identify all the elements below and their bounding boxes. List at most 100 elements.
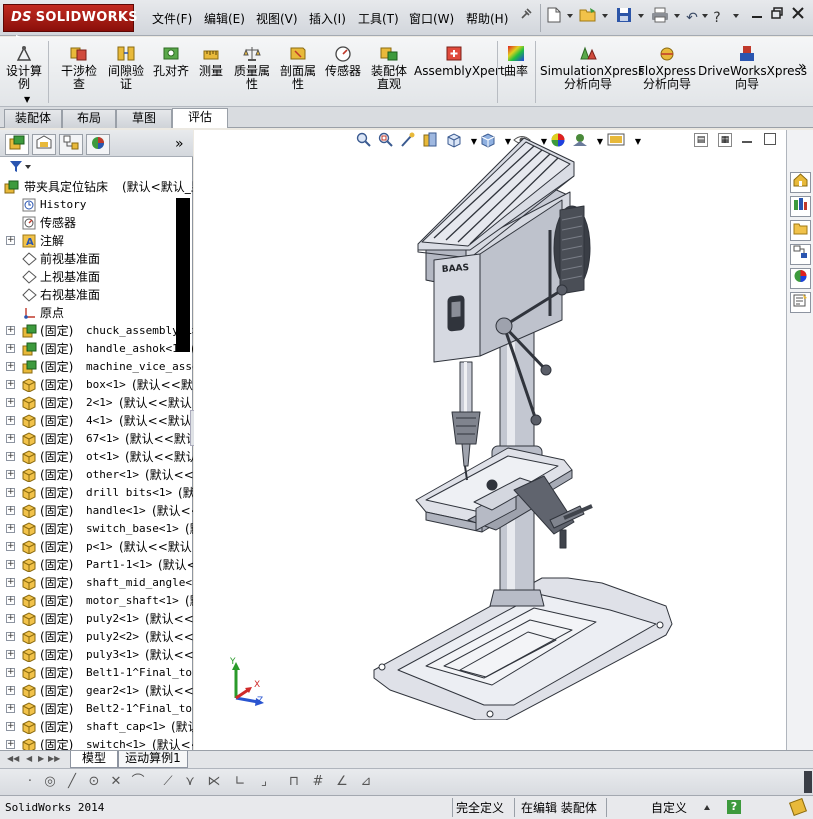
section-properties-button[interactable]: 剖面属性 [276, 41, 320, 91]
property-manager-icon[interactable] [32, 134, 56, 155]
expand-icon[interactable]: + [6, 326, 15, 335]
expand-icon[interactable]: + [6, 596, 15, 605]
tree-component[interactable]: + (固定) puly2<1> (默认<<默 [0, 610, 193, 628]
expand-icon[interactable]: + [6, 380, 15, 389]
viewport-tile-icon[interactable]: ▤ [694, 133, 708, 147]
save-icon[interactable] [614, 7, 634, 29]
expand-icon[interactable]: + [6, 704, 15, 713]
tab-scroll-first-icon[interactable]: ◀◀ [7, 754, 19, 763]
tree-component[interactable]: + (固定) 67<1> (默认<<默认 [0, 430, 193, 448]
assembly-visualization-button[interactable]: 装配体直观 [367, 41, 411, 91]
offset-icon[interactable]: ⋉ [206, 774, 222, 790]
assemblyxpert-button[interactable]: AssemblyXpert [414, 41, 505, 78]
drill-press-model[interactable]: BAAS [364, 130, 694, 720]
tree-history[interactable]: History [0, 196, 193, 214]
tree-component[interactable]: + (固定) ot<1> (默认<<默认> [0, 448, 193, 466]
tree-component[interactable]: + (固定) other<1> (默认<< [0, 466, 193, 484]
expand-icon[interactable]: + [6, 560, 15, 569]
expand-icon[interactable]: + [6, 740, 15, 749]
line-icon[interactable]: ╱ [64, 774, 80, 790]
restore-icon[interactable] [768, 7, 786, 25]
floxpress-button[interactable]: FloXpress 分析向导 [638, 41, 696, 91]
angle-icon[interactable]: ∠ [334, 774, 350, 790]
expand-icon[interactable]: + [6, 362, 15, 371]
file-explorer-icon[interactable] [790, 220, 811, 241]
point-icon[interactable]: · [22, 774, 38, 790]
ribbon-more-icon[interactable]: » [798, 59, 807, 75]
tree-scrollbar[interactable] [176, 198, 190, 352]
solidworks-logo[interactable]: DSSOLIDWORKS ▶ [3, 4, 138, 42]
expand-icon[interactable]: + [6, 686, 15, 695]
toolbar-grip[interactable] [804, 771, 812, 793]
tree-origin[interactable]: 原点 [0, 304, 193, 322]
tab-scroll-last-icon[interactable]: ▶▶ [48, 754, 60, 763]
tree-component[interactable]: + (固定) Part1-1<1> (默认<< [0, 556, 193, 574]
open-dropdown-icon[interactable] [602, 14, 608, 18]
grid-icon[interactable]: # [310, 774, 326, 790]
tab-sketch[interactable]: 草图 [116, 109, 172, 128]
tree-component[interactable]: + (固定) machine_vice_assem [0, 358, 193, 376]
expand-icon[interactable]: + [6, 578, 15, 587]
curvature-button[interactable]: 曲率 [502, 41, 530, 78]
expand-icon[interactable]: + [6, 668, 15, 677]
menu-window[interactable]: 窗口(W) [409, 10, 454, 27]
tree-component[interactable]: + (固定) shaft_mid_angle<1> [0, 574, 193, 592]
tree-annotations[interactable]: + A 注解 [0, 232, 193, 250]
centerpoint-icon[interactable]: ⊙ [86, 774, 102, 790]
tab-assembly[interactable]: 装配体 [4, 109, 62, 128]
tree-component[interactable]: + (固定) switch_base<1> (默 [0, 520, 193, 538]
graphics-area[interactable]: ▼ ▼ ▼ ▼ ▼ ▤ ▦ × [194, 130, 798, 750]
design-study-dropdown-icon[interactable]: ▼ [24, 95, 30, 104]
expand-icon[interactable]: + [6, 488, 15, 497]
expand-icon[interactable]: + [6, 434, 15, 443]
status-rebuild-icon[interactable] [789, 798, 807, 816]
menu-insert[interactable]: 插入(I) [309, 10, 346, 27]
status-units-dropdown-icon[interactable] [704, 805, 710, 810]
design-study-button[interactable]: 设计算例 [6, 41, 42, 91]
relations-icon[interactable]: ⊿ [358, 774, 374, 790]
driveworksxpress-button[interactable]: DriveWorksXpress 向导 [698, 41, 807, 91]
print-icon[interactable] [650, 7, 670, 29]
tree-component[interactable]: + (固定) box<1> (默认<<默认 [0, 376, 193, 394]
tree-component[interactable]: + (固定) puly2<2> (默认<<默 [0, 628, 193, 646]
custom-properties-icon[interactable] [790, 292, 811, 313]
expand-icon[interactable]: + [6, 722, 15, 731]
trim-icon[interactable]: ⟋ [160, 774, 176, 790]
tree-component[interactable]: + (固定) handle_ashok<1> (默 [0, 340, 193, 358]
expand-icon[interactable]: + [6, 344, 15, 353]
expand-icon[interactable]: + [6, 542, 15, 551]
expand-icon[interactable]: + [6, 452, 15, 461]
tree-component[interactable]: + (固定) Belt2-1^Final_touc [0, 700, 193, 718]
menu-file[interactable]: 文件(F) [152, 10, 192, 27]
appearances-scenes-icon[interactable] [790, 268, 811, 289]
dimension-icon[interactable]: ⊓ [286, 774, 302, 790]
tree-component[interactable]: + (固定) gear2<1> (默认<<默 [0, 682, 193, 700]
close-icon[interactable] [789, 7, 807, 25]
tab-scroll-next-icon[interactable]: ▶ [38, 754, 44, 763]
filter-dropdown-icon[interactable] [25, 165, 31, 169]
display-manager-icon[interactable] [86, 134, 110, 155]
menu-edit[interactable]: 编辑(E) [204, 10, 245, 27]
tree-component[interactable]: + (固定) 2<1> (默认<<默认>_ [0, 394, 193, 412]
clearance-verify-button[interactable]: 间隙验证 [104, 41, 148, 91]
mass-properties-button[interactable]: 质量属性 [230, 41, 274, 91]
configuration-icon[interactable] [59, 134, 83, 155]
tree-component[interactable]: + (固定) drill bits<1> (默认 [0, 484, 193, 502]
interference-check-button[interactable]: 干涉检查 [56, 41, 102, 91]
sensor-button[interactable]: 传感器 [323, 41, 363, 78]
expand-icon[interactable]: + [6, 398, 15, 407]
undo-icon[interactable]: ↶ [683, 7, 701, 29]
new-dropdown-icon[interactable] [567, 14, 573, 18]
tab-motion-study-1[interactable]: 运动算例1 [118, 751, 188, 768]
undo-dropdown-icon[interactable] [702, 14, 708, 18]
viewport-split-icon[interactable]: ▦ [718, 133, 732, 147]
circle-icon[interactable]: ◎ [42, 774, 58, 790]
feature-tree-icon[interactable] [5, 134, 29, 155]
tree-root-assembly[interactable]: 带夹具定位钻床 (默认<默认_显示状态-1>) [0, 178, 193, 196]
simulationxpress-button[interactable]: SimulationXpress 分析向导 [540, 41, 644, 91]
tree-sensors[interactable]: 传感器 [0, 214, 193, 232]
minimize-icon[interactable] [748, 7, 766, 25]
status-units[interactable]: 自定义 [651, 799, 687, 817]
tree-component[interactable]: + (固定) puly3<1> (默认<<默 [0, 646, 193, 664]
expand-icon[interactable]: + [6, 416, 15, 425]
